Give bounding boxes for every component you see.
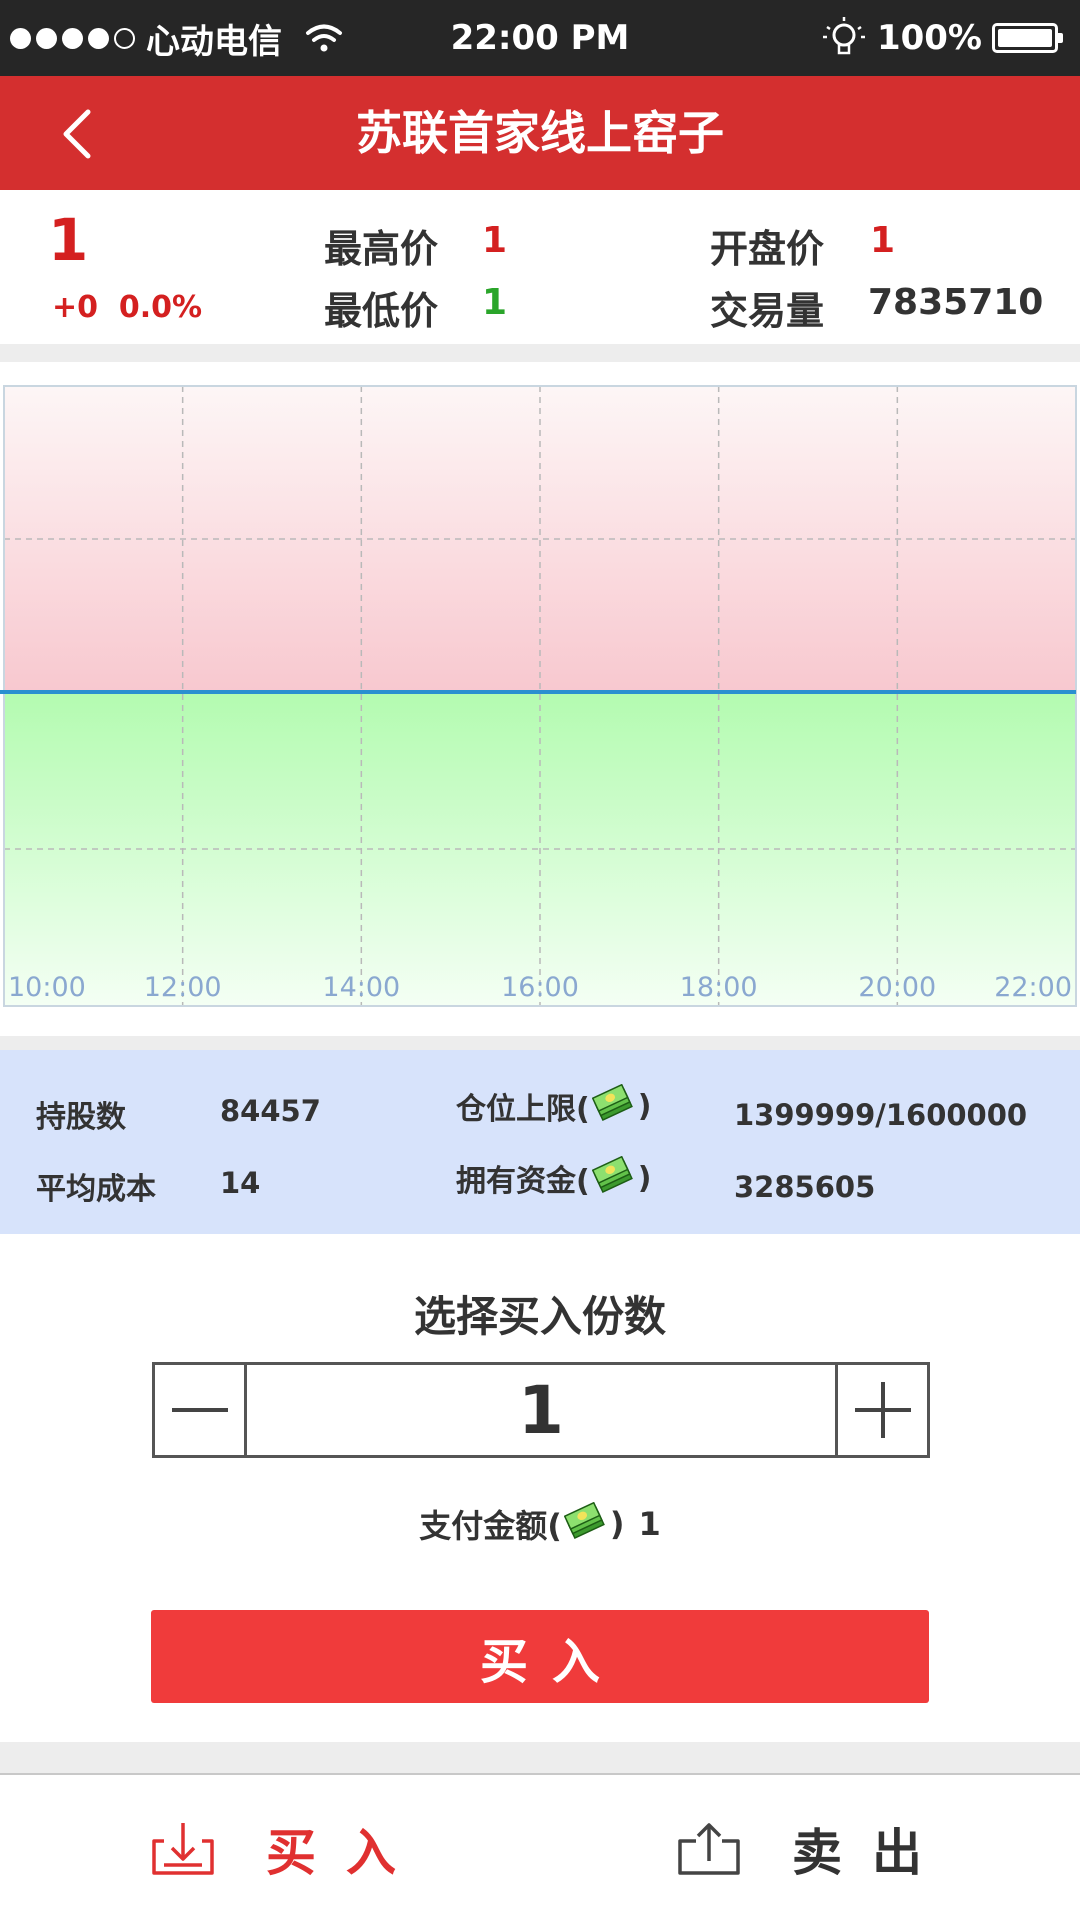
high-price-label: 最高价 [324, 227, 439, 271]
plus-icon [854, 1382, 911, 1438]
price-change: +0 0.0% [52, 290, 203, 325]
price-chart-svg: 10:00 12:00 14:00 16:00 18:00 20:00 22:00 [0, 385, 1077, 1007]
holdings-panel: 持股数 84457 平均成本 14 仓位上限( ) 1399999/160000… [0, 1050, 1080, 1234]
low-price-value: 1 [482, 282, 508, 323]
current-price: 1 [48, 206, 89, 274]
price-chart: 10:00 12:00 14:00 16:00 18:00 20:00 22:00 [0, 362, 1080, 1042]
tab-sell-label: 卖出 [792, 1823, 952, 1882]
quantity-title: 选择买入份数 [413, 1292, 666, 1341]
pay-amount-label: 支付金额( [419, 1507, 562, 1545]
x-tick-label: 14:00 [322, 972, 400, 1003]
money-stack-icon [591, 1084, 633, 1122]
lightbulb-icon [822, 17, 865, 55]
nav-bar: 苏联首家线上窑子 [0, 76, 1080, 190]
avg-cost-label: 平均成本 [36, 1172, 156, 1207]
shares-held-value: 84457 [220, 1094, 321, 1128]
divider-band [0, 1036, 1080, 1050]
quote-summary: 1 +0 0.0% 最高价 1 最低价 1 开盘价 1 交易量 7835710 [0, 190, 1080, 342]
position-limit-value: 1399999/1600000 [734, 1098, 1028, 1132]
x-tick-label: 22:00 [994, 972, 1072, 1003]
avg-cost-value: 14 [220, 1166, 261, 1200]
funds-value: 3285605 [734, 1170, 876, 1204]
high-price-value: 1 [482, 220, 508, 261]
tab-buy[interactable]: 买入 [150, 1775, 426, 1920]
position-limit-label-text: 仓位上限( [456, 1092, 590, 1127]
funds-label: 拥有资金( ) [456, 1156, 651, 1200]
x-tick-label: 20:00 [858, 972, 936, 1003]
page-title: 苏联首家线上窑子 [356, 106, 724, 160]
volume-label: 交易量 [710, 289, 825, 333]
quantity-stepper: 1 [152, 1362, 930, 1458]
pay-amount-value: 1 [638, 1505, 661, 1543]
divider-band [0, 344, 1080, 362]
status-bar-right: 100% [821, 0, 1063, 76]
funds-label-text: 拥有资金( [456, 1164, 590, 1199]
battery-percent: 100% [876, 18, 982, 58]
minus-icon [171, 1408, 228, 1412]
bottom-tab-bar: 买入 卖出 [0, 1773, 1080, 1920]
low-price-label: 最低价 [324, 289, 439, 333]
status-bar: 心动电信 22:00 PM 100% [0, 0, 1080, 76]
buy-button[interactable]: 买入 [151, 1610, 929, 1703]
money-stack-icon [591, 1156, 633, 1194]
divider-band [0, 1742, 1080, 1773]
tab-sell[interactable]: 卖出 [676, 1775, 952, 1920]
x-tick-label: 10:00 [8, 972, 86, 1003]
increase-button[interactable] [835, 1365, 927, 1455]
shares-held-label: 持股数 [36, 1100, 126, 1135]
position-limit-label-close: ) [637, 1088, 652, 1124]
open-price-label: 开盘价 [710, 227, 825, 271]
battery-level [998, 29, 1052, 47]
quantity-input[interactable]: 1 [247, 1365, 835, 1455]
download-tray-icon [152, 1822, 214, 1875]
x-tick-label: 12:00 [144, 972, 222, 1003]
upload-tray-icon [678, 1822, 740, 1875]
volume-value: 7835710 [868, 282, 1044, 323]
battery-icon [992, 23, 1063, 53]
x-tick-label: 18:00 [680, 972, 758, 1003]
pay-amount: 支付金额( ) 1 [0, 1498, 1080, 1550]
x-tick-label: 16:00 [501, 972, 579, 1003]
pay-amount-label-close: ) [609, 1505, 625, 1543]
open-price-value: 1 [870, 220, 896, 261]
tab-buy-label: 买入 [266, 1823, 426, 1882]
position-limit-label: 仓位上限( ) [456, 1084, 651, 1128]
decrease-button[interactable] [155, 1365, 247, 1455]
funds-label-close: ) [637, 1160, 652, 1196]
money-stack-icon [563, 1502, 605, 1540]
